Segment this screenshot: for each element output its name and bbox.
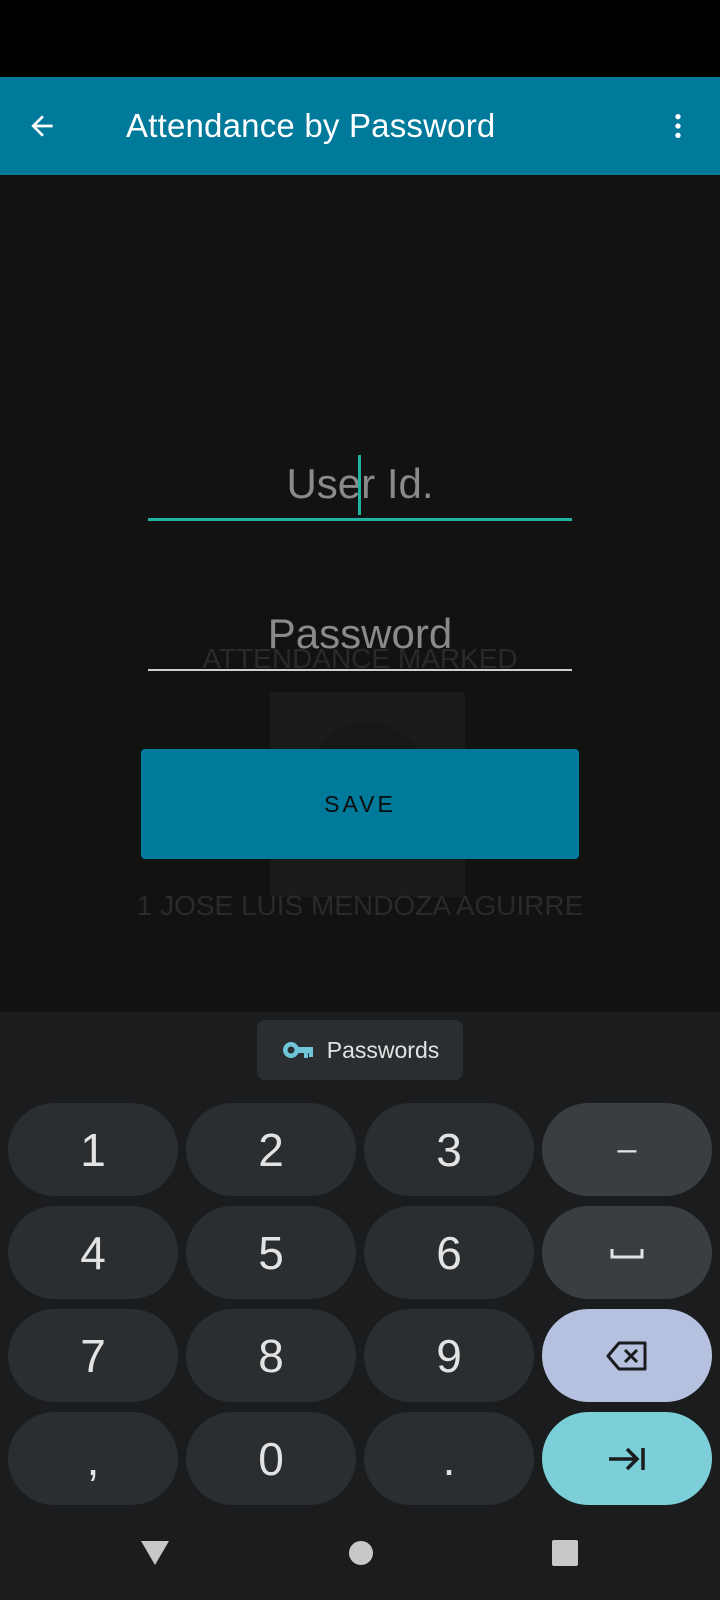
key-9[interactable]: 9 [364, 1309, 534, 1402]
key-0[interactable]: 0 [186, 1412, 356, 1505]
keyboard: Passwords 1 2 3 – 4 5 6 7 8 9 , 0 . [0, 1012, 720, 1600]
key-icon [282, 1042, 313, 1058]
arrow-back-icon [31, 115, 53, 137]
tab-next-icon [609, 1447, 645, 1470]
key-1[interactable]: 1 [8, 1103, 178, 1196]
key-2[interactable]: 2 [186, 1103, 356, 1196]
key-next[interactable] [542, 1412, 712, 1505]
more-options-button[interactable] [654, 102, 702, 150]
nav-home-circle-icon [349, 1541, 373, 1565]
key-space[interactable] [542, 1206, 712, 1299]
nav-back-button[interactable] [130, 1528, 180, 1578]
key-5[interactable]: 5 [186, 1206, 356, 1299]
system-navigation-bar [0, 1508, 720, 1600]
nav-recents-button[interactable] [540, 1528, 590, 1578]
space-bar-icon [610, 1248, 644, 1258]
key-period[interactable]: . [364, 1412, 534, 1505]
page-title: Attendance by Password [126, 107, 496, 144]
key-7[interactable]: 7 [8, 1309, 178, 1402]
status-bar [0, 0, 720, 77]
key-dash[interactable]: – [542, 1103, 712, 1196]
passwords-suggestion-label: Passwords [326, 1036, 440, 1063]
user-id-underline [148, 518, 572, 521]
key-6[interactable]: 6 [364, 1206, 534, 1299]
backspace-icon [606, 1341, 647, 1370]
save-button[interactable]: SAVE [141, 749, 579, 859]
key-backspace[interactable] [542, 1309, 712, 1402]
password-field[interactable]: Password [148, 605, 572, 671]
back-button[interactable] [18, 102, 66, 150]
background-caption-bottom: 1 JOSE LUIS MENDOZA AGUIRRE [136, 890, 584, 921]
app-bar: Attendance by Password [0, 77, 720, 175]
key-8[interactable]: 8 [186, 1309, 356, 1402]
key-3[interactable]: 3 [364, 1103, 534, 1196]
form-content: ATTENDANCE MARKED 1 JOSE LUIS MENDOZA AG… [0, 175, 720, 1012]
key-4[interactable]: 4 [8, 1206, 178, 1299]
nav-back-triangle-icon [141, 1541, 169, 1565]
screen: Attendance by Password ATTENDANCE MARKED… [0, 0, 720, 1600]
user-id-field[interactable]: User Id. [148, 455, 572, 521]
nav-home-button[interactable] [336, 1528, 386, 1578]
passwords-suggestion-chip[interactable]: Passwords [257, 1020, 463, 1080]
text-caret [358, 455, 361, 515]
more-vert-icon [675, 114, 681, 138]
password-underline [148, 669, 572, 671]
password-placeholder: Password [267, 610, 453, 657]
nav-recents-square-icon [552, 1540, 578, 1566]
key-comma[interactable]: , [8, 1412, 178, 1505]
